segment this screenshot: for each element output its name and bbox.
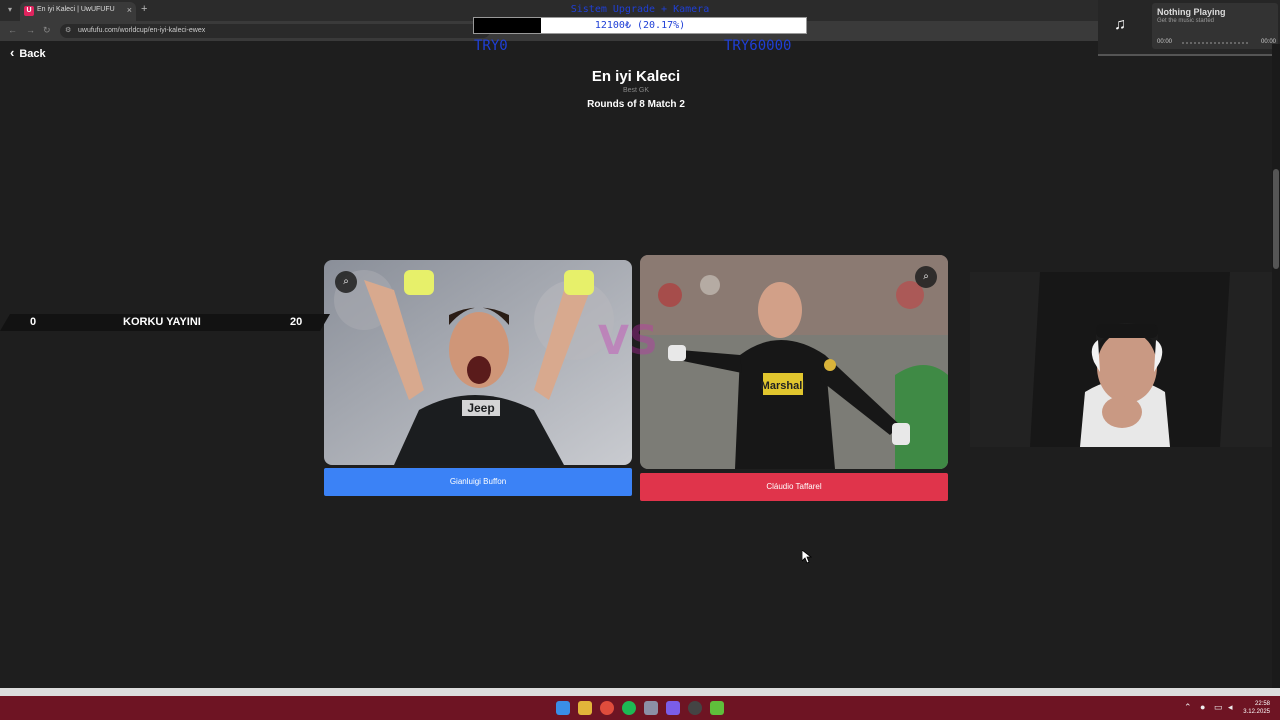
streamlabs-icon[interactable] <box>710 701 724 715</box>
vs-label: VS <box>598 318 658 364</box>
mouse-cursor-icon <box>802 550 812 564</box>
spotify-icon[interactable] <box>622 701 636 715</box>
candidate-photo-buffon[interactable]: Jeep ⌕ <box>324 260 632 465</box>
site-info-icon[interactable]: ⚙ <box>65 26 71 34</box>
elapsed-time: 00:00 <box>1157 39 1173 45</box>
chevron-left-icon: ‹ <box>10 45 15 60</box>
page-title: En iyi Kaleci <box>591 68 681 85</box>
scrollbar-thumb[interactable] <box>1273 169 1279 269</box>
donation-goal-bar: 12100₺ (20.17%) <box>473 17 807 34</box>
page-scrollbar[interactable] <box>1272 44 1280 690</box>
clock-time: 22:58 <box>1254 701 1270 707</box>
app-icon[interactable] <box>644 701 658 715</box>
pick-button-left[interactable]: Gianluigi Buffon <box>324 468 632 496</box>
donation-goal-title: Sistem Upgrade + Kamera <box>570 4 710 15</box>
windows-taskbar: ⌃ ● ▭ ◂ 22:58 3.12.2025 <box>0 696 1280 720</box>
now-playing-card: Nothing Playing Get the music started 00… <box>1152 3 1278 49</box>
zoom-icon[interactable]: ⌕ <box>335 271 357 293</box>
svg-text:Marshall: Marshall <box>761 380 806 392</box>
reload-icon[interactable]: ↻ <box>43 25 51 36</box>
pick-button-right[interactable]: Cláudio Taffarel <box>640 473 948 501</box>
donation-goal-min: TRY0 <box>474 38 508 54</box>
music-progress-track <box>1182 42 1248 44</box>
url-text: uwufufu.com/worldcup/en-iyi-kaleci-ewex <box>78 27 206 34</box>
score-right: 20 <box>290 316 303 328</box>
horizontal-scrollbar[interactable] <box>0 688 1280 696</box>
close-tab-icon[interactable]: × <box>127 5 132 15</box>
webcam-feed <box>970 272 1280 447</box>
new-tab-icon[interactable]: + <box>141 3 147 15</box>
forward-arrow-icon[interactable]: → <box>26 25 35 35</box>
round-indicator: Rounds of 8 Match 2 <box>587 99 685 110</box>
music-widget: ♫ Nothing Playing Get the music started … <box>1098 0 1280 56</box>
clock-date: 3.12.2025 <box>1243 709 1270 715</box>
taskbar-clock[interactable]: 22:58 3.12.2025 <box>1243 700 1270 716</box>
site-favicon-icon: U <box>24 6 34 16</box>
scoreboard-name: KORKU YAYINI <box>123 316 201 328</box>
candidate-photo-taffarel[interactable]: Marshall ⌕ <box>640 255 948 469</box>
page-subtitle: Best GK <box>622 87 650 94</box>
chrome-icon[interactable] <box>600 701 614 715</box>
network-icon[interactable]: ▭ <box>1214 702 1223 713</box>
music-widget-underline <box>1098 54 1278 56</box>
url-input[interactable]: ⚙ uwufufu.com/worldcup/en-iyi-kaleci-ewe… <box>60 24 490 38</box>
scoreboard: 0 KORKU YAYINI 20 <box>0 314 330 331</box>
music-note-icon: ♫ <box>1114 16 1126 33</box>
now-playing-subtitle: Get the music started <box>1157 18 1215 24</box>
donation-goal-amount: 12100₺ (20.17%) <box>594 20 686 31</box>
volume-icon[interactable]: ◂ <box>1228 702 1233 713</box>
now-playing-title: Nothing Playing <box>1157 7 1226 17</box>
discord-icon[interactable] <box>666 701 680 715</box>
windows-start-icon[interactable] <box>556 701 570 715</box>
back-label: Back <box>19 48 46 60</box>
score-left: 0 <box>30 316 37 328</box>
microphone-icon[interactable]: ● <box>1200 702 1205 712</box>
tab-list-icon[interactable]: ▾ <box>4 4 16 16</box>
zoom-icon[interactable]: ⌕ <box>915 266 937 288</box>
obs-icon[interactable] <box>688 701 702 715</box>
tray-chevron-icon[interactable]: ⌃ <box>1184 702 1192 713</box>
donation-goal-max: TRY60000 <box>724 38 792 54</box>
browser-tab[interactable]: U En iyi Kaleci | UwUFUFU × <box>20 2 136 21</box>
back-arrow-icon[interactable]: ← <box>8 25 17 35</box>
back-button[interactable]: ‹ Back <box>10 45 46 60</box>
tab-title: En iyi Kaleci | UwUFUFU <box>37 6 115 13</box>
file-explorer-icon[interactable] <box>578 701 592 715</box>
svg-text:Jeep: Jeep <box>467 401 494 415</box>
